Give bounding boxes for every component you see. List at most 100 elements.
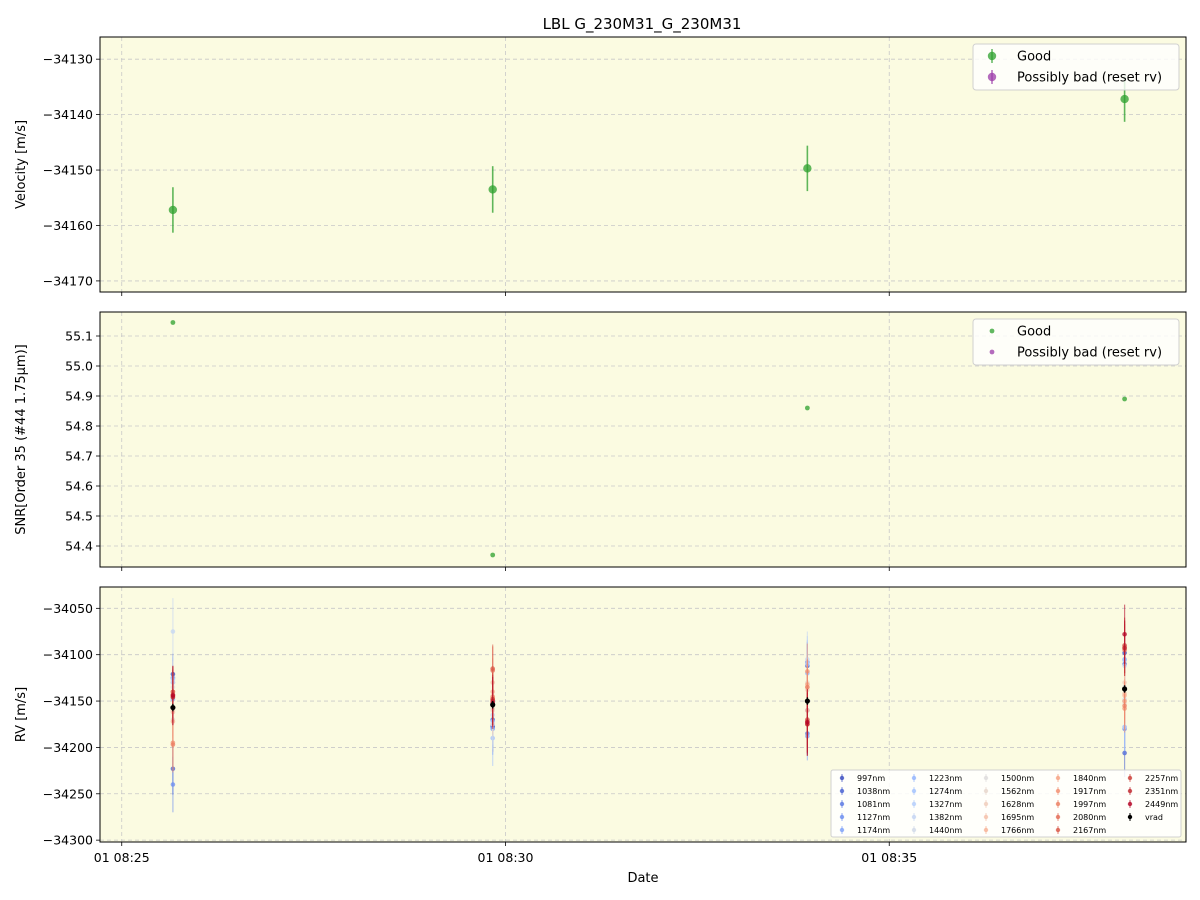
data-point-2449nm [1122, 631, 1127, 637]
panel-snr: 55.1 55.0 54.9 54.8 54.7 54.6 54.5 54.4 SNR[Orde… [14, 311, 1187, 571]
legend-marker [987, 72, 997, 82]
legend-label: 1223nm [929, 774, 962, 783]
legend-marker [911, 788, 917, 794]
y-tick-label: −34150 [43, 694, 93, 709]
x-axis-label: Date [627, 871, 658, 886]
legend-marker [1055, 827, 1061, 833]
legend-marker [989, 328, 995, 334]
legend-marker [1127, 814, 1133, 820]
legend-label: 1695nm [1001, 813, 1034, 822]
legend-marker [839, 827, 845, 833]
legend-marker [1127, 801, 1133, 807]
y-tick-label: −34170 [43, 273, 93, 288]
legend-label: 1440nm [929, 826, 962, 835]
legend-marker [1127, 775, 1133, 781]
legend-label: 1274nm [929, 787, 962, 796]
y-axis-label: RV [m/s] [14, 687, 29, 742]
legend-label: 1081nm [857, 800, 890, 809]
legend-label: 1766nm [1001, 826, 1034, 835]
legend-label: 2080nm [1073, 813, 1106, 822]
data-point-good [1120, 94, 1129, 104]
legend-marker [1055, 801, 1061, 807]
legend-label: Good [1017, 50, 1051, 65]
legend-label: 1327nm [929, 800, 962, 809]
legend-label: 2351nm [1145, 787, 1178, 796]
y-tick-label: 55.0 [65, 359, 93, 374]
y-tick-label: −34150 [43, 163, 93, 178]
legend-label: Possibly bad (reset rv) [1017, 71, 1162, 86]
legend-marker [911, 814, 917, 820]
legend-label: 2167nm [1073, 826, 1106, 835]
panel-velocity: −34130 −34140 −34150 −34160 −34170 Velocity [… [14, 36, 1187, 296]
legend-marker [1055, 788, 1061, 794]
y-tick-label: 54.4 [65, 539, 93, 554]
data-point-2167nm [490, 666, 495, 671]
legend-marker [983, 788, 989, 794]
legend-marker [911, 775, 917, 781]
y-tick-label: −34300 [43, 833, 93, 848]
legend-marker [987, 51, 997, 61]
legend-marker [983, 801, 989, 807]
data-point-good [803, 164, 812, 173]
y-tick-label: −34050 [43, 601, 93, 616]
data-point-good [490, 552, 496, 558]
data-point-good [1122, 396, 1128, 402]
y-tick-label: 54.9 [65, 389, 93, 404]
legend-marker [1055, 775, 1061, 781]
legend-label: 1500nm [1001, 774, 1034, 783]
data-point-good [488, 185, 497, 194]
y-tick-label: 54.7 [65, 449, 93, 464]
legend-marker [839, 788, 845, 794]
legend-marker [983, 814, 989, 820]
y-tick-label: 54.5 [65, 509, 93, 524]
data-point-vrad [170, 704, 176, 711]
figure: LBL G_230M31_G_230M31 −34130 −34140 −34150… [14, 15, 1187, 886]
legend-marker [911, 801, 917, 807]
data-point-1997nm [1122, 703, 1127, 708]
y-tick-label: −34160 [43, 218, 93, 233]
legend-label: 2257nm [1145, 774, 1178, 783]
data-point-vrad [804, 698, 810, 704]
data-point-good [170, 320, 176, 325]
y-tick-label: −34130 [43, 52, 93, 67]
y-tick-label: 55.1 [65, 329, 93, 344]
y-tick-label: −34200 [43, 740, 93, 755]
legend-label: vrad [1145, 813, 1163, 822]
legend: Good Possibly bad (reset rv) [972, 43, 1180, 91]
legend-marker [839, 814, 845, 820]
legend-label: 1127nm [857, 813, 890, 822]
y-tick-label: −34100 [43, 647, 93, 662]
data-point-1997nm [805, 684, 810, 690]
x-tick-label: 01 08:30 [478, 850, 534, 865]
legend-marker [983, 827, 989, 833]
data-point-vrad [1122, 686, 1128, 692]
legend-marker [839, 801, 845, 807]
panel-rv: 01 08:25 01 08:30 01 08:35 −34050 −34100 −341… [14, 586, 1187, 886]
data-point-1127nm [170, 782, 176, 787]
data-point-good [168, 205, 178, 215]
legend-label: 1997nm [1073, 800, 1106, 809]
legend-label: 997nm [857, 774, 885, 783]
x-tick-label: 01 08:25 [94, 850, 150, 865]
legend-marker [989, 349, 995, 355]
legend-label: 2449nm [1145, 800, 1178, 809]
legend: 997nm 1038nm 1081nm 1127nm 1174nm 1223nm 1274n… [830, 769, 1182, 838]
data-point-1997nm [170, 742, 176, 747]
legend-label: 1382nm [929, 813, 962, 822]
legend: Good Possibly bad (reset rv) [972, 318, 1180, 366]
legend-label: 1628nm [1001, 800, 1034, 809]
data-point-vrad [490, 702, 496, 708]
data-point-2449nm [170, 693, 176, 698]
legend-marker [983, 775, 989, 781]
legend-label: 1917nm [1073, 787, 1106, 796]
legend-marker [1055, 814, 1061, 820]
y-tick-label: −34250 [43, 786, 93, 801]
data-point-2449nm [805, 720, 810, 725]
y-axis-label: Velocity [m/s] [14, 120, 29, 209]
legend-marker [911, 827, 917, 833]
legend-label: 1840nm [1073, 774, 1106, 783]
chart-title: LBL G_230M31_G_230M31 [543, 15, 742, 34]
y-tick-label: 54.8 [65, 419, 93, 434]
data-point-good [804, 405, 810, 411]
legend-label: Possibly bad (reset rv) [1017, 346, 1162, 361]
